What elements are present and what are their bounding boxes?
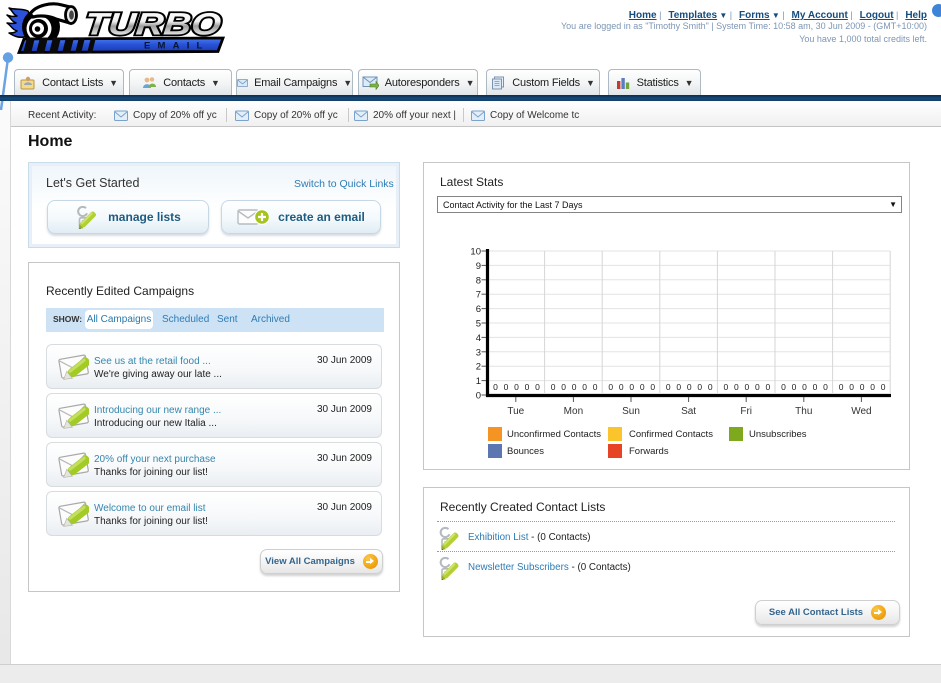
svg-text:0: 0 bbox=[593, 382, 598, 392]
svg-text:0: 0 bbox=[619, 382, 624, 392]
svg-text:0: 0 bbox=[860, 382, 865, 392]
svg-text:0: 0 bbox=[535, 382, 540, 392]
svg-text:0: 0 bbox=[476, 391, 481, 402]
svg-text:0: 0 bbox=[551, 382, 556, 392]
svg-text:Fri: Fri bbox=[740, 406, 752, 417]
svg-text:0: 0 bbox=[608, 382, 613, 392]
svg-text:0: 0 bbox=[839, 382, 844, 392]
svg-text:Thu: Thu bbox=[795, 406, 812, 417]
svg-text:0: 0 bbox=[813, 382, 818, 392]
svg-text:0: 0 bbox=[525, 382, 530, 392]
svg-text:0: 0 bbox=[650, 382, 655, 392]
svg-text:2: 2 bbox=[476, 362, 481, 373]
svg-text:0: 0 bbox=[792, 382, 797, 392]
svg-text:9: 9 bbox=[476, 261, 481, 272]
svg-text:7: 7 bbox=[476, 290, 481, 301]
svg-text:Tue: Tue bbox=[507, 406, 524, 417]
svg-text:0: 0 bbox=[504, 382, 509, 392]
svg-text:8: 8 bbox=[476, 275, 481, 286]
svg-text:5: 5 bbox=[476, 319, 481, 330]
svg-text:TURBO: TURBO bbox=[84, 7, 223, 42]
svg-text:10: 10 bbox=[470, 247, 481, 258]
svg-text:0: 0 bbox=[687, 382, 692, 392]
svg-text:0: 0 bbox=[870, 382, 875, 392]
svg-text:0: 0 bbox=[666, 382, 671, 392]
svg-text:0: 0 bbox=[849, 382, 854, 392]
svg-text:0: 0 bbox=[881, 382, 886, 392]
svg-text:0: 0 bbox=[802, 382, 807, 392]
svg-text:0: 0 bbox=[724, 382, 729, 392]
svg-text:0: 0 bbox=[676, 382, 681, 392]
svg-text:3: 3 bbox=[476, 347, 481, 358]
svg-text:Mon: Mon bbox=[564, 406, 583, 417]
svg-text:0: 0 bbox=[514, 382, 519, 392]
svg-text:EMAIL: EMAIL bbox=[144, 41, 210, 52]
svg-text:4: 4 bbox=[476, 333, 481, 344]
svg-text:0: 0 bbox=[734, 382, 739, 392]
svg-text:0: 0 bbox=[766, 382, 771, 392]
svg-text:Sun: Sun bbox=[622, 406, 640, 417]
svg-text:Sat: Sat bbox=[681, 406, 696, 417]
svg-text:0: 0 bbox=[697, 382, 702, 392]
svg-text:0: 0 bbox=[823, 382, 828, 392]
svg-text:0: 0 bbox=[629, 382, 634, 392]
svg-text:Wed: Wed bbox=[851, 406, 871, 417]
svg-text:0: 0 bbox=[781, 382, 786, 392]
svg-text:6: 6 bbox=[476, 304, 481, 315]
svg-text:1: 1 bbox=[476, 376, 481, 387]
svg-text:0: 0 bbox=[582, 382, 587, 392]
svg-text:0: 0 bbox=[572, 382, 577, 392]
svg-text:0: 0 bbox=[493, 382, 498, 392]
svg-text:0: 0 bbox=[755, 382, 760, 392]
svg-text:0: 0 bbox=[745, 382, 750, 392]
svg-text:0: 0 bbox=[640, 382, 645, 392]
svg-text:0: 0 bbox=[708, 382, 713, 392]
svg-text:0: 0 bbox=[561, 382, 566, 392]
